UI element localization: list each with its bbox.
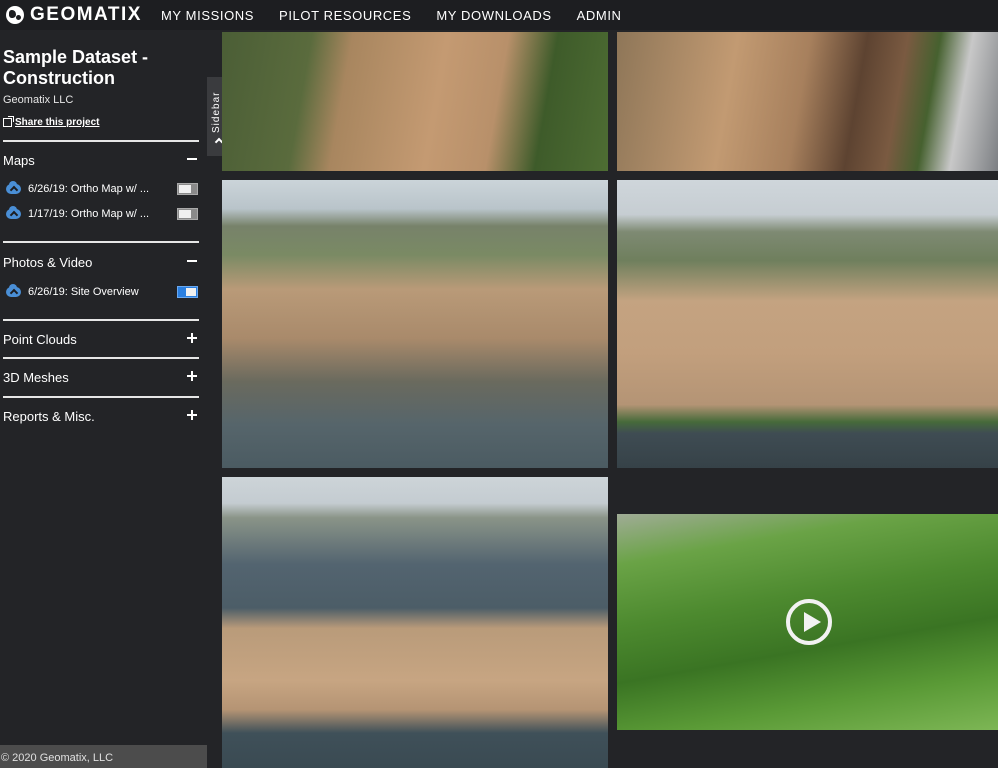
project-sidebar: Sample Dataset - Construction Geomatix L… xyxy=(0,30,207,768)
main-nav: MY MISSIONS PILOT RESOURCES MY DOWNLOADS… xyxy=(161,8,647,23)
copyright-footer: © 2020 Geomatix, LLC xyxy=(0,745,207,768)
aerial-photo-thumbnail[interactable] xyxy=(617,180,998,468)
cloud-download-icon xyxy=(6,206,21,219)
aerial-photo-thumbnail[interactable] xyxy=(222,180,608,468)
aerial-photo-thumbnail[interactable] xyxy=(222,32,608,171)
section-divider xyxy=(3,140,199,142)
external-link-icon xyxy=(3,116,14,127)
section-divider xyxy=(3,319,199,321)
layer-label: 1/17/19: Ortho Map w/ ... xyxy=(28,208,150,220)
layer-item[interactable]: 6/26/19: Site Overview xyxy=(6,284,198,300)
share-label: Share this project xyxy=(15,117,100,128)
organization-name: Geomatix LLC xyxy=(3,94,74,106)
layer-visibility-toggle[interactable] xyxy=(177,208,198,220)
brand-logo[interactable]: GEOMATIX xyxy=(6,4,161,26)
nav-my-missions[interactable]: MY MISSIONS xyxy=(161,8,254,23)
brand-name: GEOMATIX xyxy=(30,4,142,25)
expand-3d-meshes-icon[interactable] xyxy=(187,371,198,382)
layer-visibility-toggle[interactable] xyxy=(177,183,198,195)
globe-icon xyxy=(6,6,24,24)
section-photos-header[interactable]: Photos & Video xyxy=(3,255,92,270)
nav-my-downloads[interactable]: MY DOWNLOADS xyxy=(436,8,551,23)
section-3d-meshes-header[interactable]: 3D Meshes xyxy=(3,370,69,385)
section-maps-header[interactable]: Maps xyxy=(3,153,35,168)
collapse-maps-icon[interactable] xyxy=(187,154,198,165)
layer-item[interactable]: 6/26/19: Ortho Map w/ ... xyxy=(6,181,198,197)
video-thumbnail[interactable] xyxy=(617,514,998,730)
cloud-download-icon xyxy=(6,284,21,297)
top-nav-bar: GEOMATIX MY MISSIONS PILOT RESOURCES MY … xyxy=(0,0,998,30)
nav-admin[interactable]: ADMIN xyxy=(577,8,622,23)
section-divider xyxy=(3,357,199,359)
cloud-download-icon xyxy=(6,181,21,194)
collapse-photos-icon[interactable] xyxy=(187,256,198,267)
sidebar-tab-label: Sidebar xyxy=(211,91,222,133)
layer-visibility-toggle[interactable] xyxy=(177,286,198,298)
aerial-photo-thumbnail[interactable] xyxy=(222,477,608,768)
section-point-clouds-header[interactable]: Point Clouds xyxy=(3,332,77,347)
layer-label: 6/26/19: Site Overview xyxy=(28,286,139,298)
play-icon[interactable] xyxy=(786,599,832,645)
expand-point-clouds-icon[interactable] xyxy=(187,333,198,344)
section-reports-header[interactable]: Reports & Misc. xyxy=(3,409,95,424)
share-project-link[interactable]: Share this project xyxy=(3,116,100,128)
section-divider xyxy=(3,396,199,398)
layer-item[interactable]: 1/17/19: Ortho Map w/ ... xyxy=(6,206,198,222)
project-title: Sample Dataset - Construction xyxy=(3,47,149,88)
layer-label: 6/26/19: Ortho Map w/ ... xyxy=(28,183,150,195)
expand-reports-icon[interactable] xyxy=(187,410,198,421)
aerial-photo-thumbnail[interactable] xyxy=(617,32,998,171)
section-divider xyxy=(3,241,199,243)
nav-pilot-resources[interactable]: PILOT RESOURCES xyxy=(279,8,411,23)
